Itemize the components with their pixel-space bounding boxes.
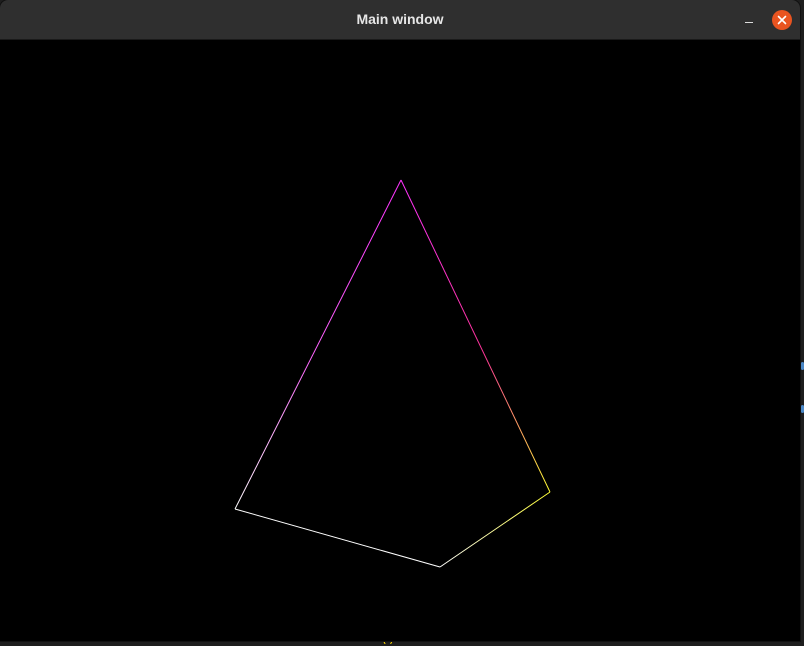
- window-titlebar[interactable]: Main window: [0, 0, 800, 40]
- edge-top-right: [400, 179, 551, 493]
- close-button[interactable]: [772, 10, 792, 30]
- window-title: Main window: [356, 11, 444, 27]
- edge-bottom-left: [234, 508, 441, 568]
- edge-top-left: [234, 179, 402, 510]
- render-canvas[interactable]: [0, 40, 800, 640]
- close-icon: [772, 10, 792, 30]
- main-window: Main window: [0, 0, 800, 641]
- minimize-button[interactable]: [738, 10, 760, 30]
- minimize-icon: [745, 22, 753, 23]
- edge-right-bottom: [439, 491, 551, 568]
- wireframe-drawing: [234, 179, 551, 568]
